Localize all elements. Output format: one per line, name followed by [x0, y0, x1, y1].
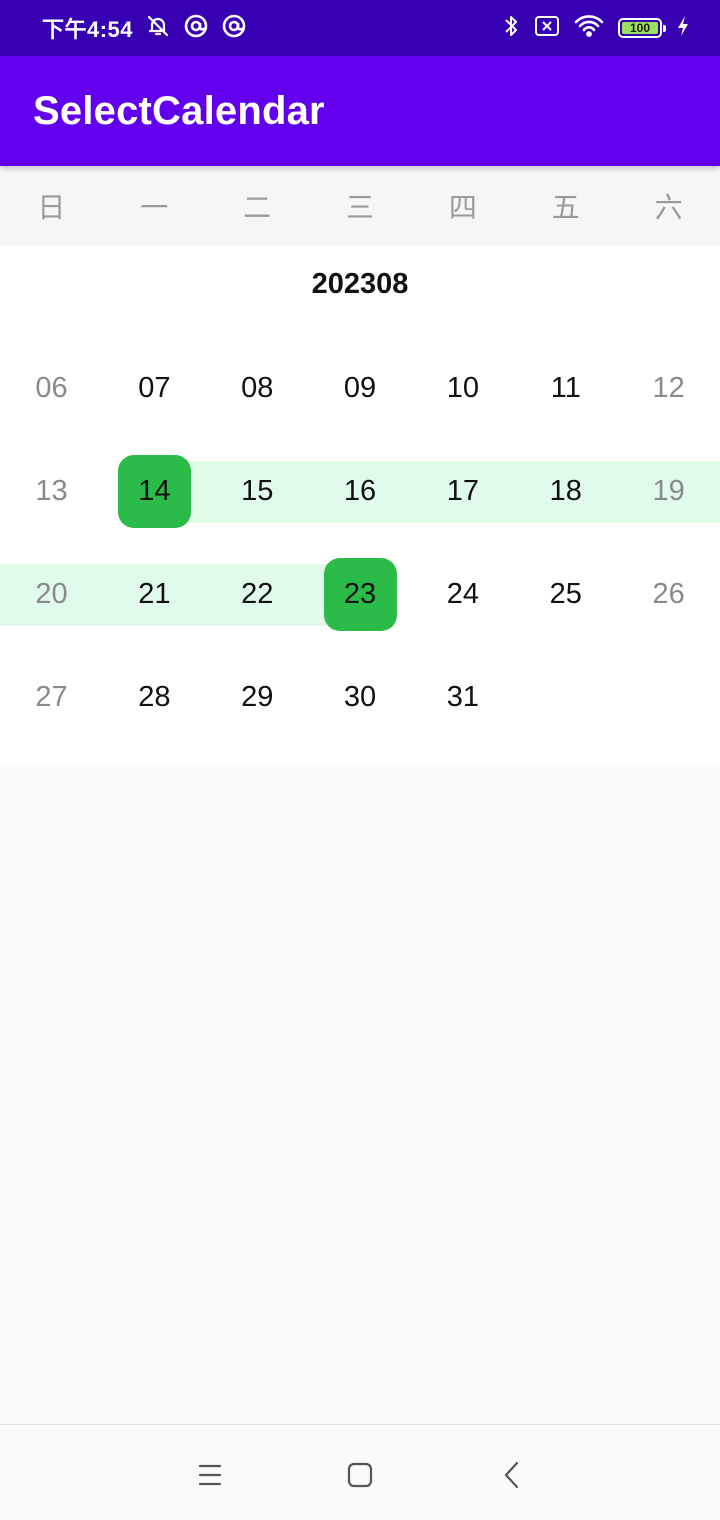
weekday-wed: 三: [346, 192, 375, 223]
weekday-header: 日 一 二 三 四 五 六: [0, 166, 720, 246]
weekday-thu: 四: [448, 192, 477, 223]
calendar-day[interactable]: 11: [514, 337, 617, 440]
day-number: 24: [446, 578, 480, 610]
calendar-day[interactable]: 29: [206, 646, 309, 749]
calendar-day[interactable]: 26: [617, 543, 720, 646]
calendar-day[interactable]: 07: [103, 337, 206, 440]
day-number: 11: [550, 372, 581, 404]
day-number: 28: [138, 681, 171, 713]
app-bar: SelectCalendar: [0, 56, 720, 166]
weekday-sun: 日: [37, 192, 66, 223]
status-bar: 下午4:54 100: [0, 0, 720, 56]
day-number: 09: [343, 372, 377, 404]
calendar-day[interactable]: 27: [0, 646, 103, 749]
day-number: 07: [138, 372, 171, 404]
day-number: 10: [446, 372, 480, 404]
day-number: 22: [241, 578, 274, 610]
calendar-day[interactable]: 06: [0, 337, 103, 440]
app-title: SelectCalendar: [33, 88, 325, 133]
calendar-day[interactable]: 13: [0, 440, 103, 543]
day-number: 30: [343, 681, 377, 713]
menu-icon[interactable]: [190, 1455, 230, 1495]
weekday-mon: 一: [140, 192, 169, 223]
calendar-day[interactable]: 23: [309, 543, 412, 646]
weekday-fri: 五: [551, 192, 580, 223]
battery-level: 100: [629, 21, 651, 35]
weekday-sat: 六: [654, 192, 683, 223]
day-number: 17: [446, 475, 480, 507]
day-number: 15: [241, 475, 274, 507]
home-icon[interactable]: [340, 1455, 380, 1495]
day-number: 14: [138, 475, 171, 507]
day-number: 18: [549, 475, 582, 507]
status-time: 下午4:54: [42, 17, 134, 42]
calendar-day[interactable]: 24: [411, 543, 514, 646]
weekday-tue: 二: [243, 192, 272, 223]
calendar-day[interactable]: 21: [103, 543, 206, 646]
day-number: 12: [652, 372, 685, 404]
calendar-day[interactable]: 16: [309, 440, 412, 543]
calendar-day[interactable]: 17: [411, 440, 514, 543]
charging-icon: [676, 14, 690, 43]
day-number: 20: [35, 578, 68, 610]
at-icon: [221, 13, 247, 44]
status-left: 下午4:54: [42, 12, 247, 44]
day-number: 16: [343, 475, 377, 507]
calendar-day[interactable]: 10: [411, 337, 514, 440]
at-icon: [183, 13, 209, 44]
calendar-day[interactable]: 09: [309, 337, 412, 440]
bluetooth-icon: [502, 13, 520, 44]
day-number: 31: [446, 681, 480, 713]
day-number: 27: [35, 681, 68, 713]
back-icon[interactable]: [492, 1455, 532, 1495]
calendar-day[interactable]: 31: [411, 646, 514, 749]
day-number: 23: [343, 578, 377, 610]
battery-icon: 100: [618, 18, 666, 38]
calendar-day[interactable]: 12: [617, 337, 720, 440]
no-sim-icon: [534, 15, 560, 42]
calendar-day[interactable]: 15: [206, 440, 309, 543]
calendar-day[interactable]: 30: [309, 646, 412, 749]
day-number: 21: [138, 578, 171, 610]
day-number: 13: [35, 475, 68, 507]
day-number: 06: [35, 372, 68, 404]
calendar-day[interactable]: 19: [617, 440, 720, 543]
calendar-day[interactable]: 18: [514, 440, 617, 543]
calendar-day[interactable]: 28: [103, 646, 206, 749]
calendar-day[interactable]: 14: [103, 440, 206, 543]
day-number: 25: [549, 578, 582, 610]
calendar-day[interactable]: 08: [206, 337, 309, 440]
mute-bell-icon: [145, 13, 171, 44]
navigation-bar: [0, 1424, 720, 1520]
wifi-icon: [574, 14, 604, 43]
status-right: 100: [502, 13, 690, 44]
month-title: 202308: [311, 268, 409, 300]
calendar-day[interactable]: 25: [514, 543, 617, 646]
day-number: 08: [241, 372, 274, 404]
day-number: 19: [652, 475, 685, 507]
day-number: 26: [652, 578, 685, 610]
calendar-day[interactable]: 20: [0, 543, 103, 646]
day-number: 29: [241, 681, 274, 713]
calendar-day[interactable]: 22: [206, 543, 309, 646]
calendar-month: 202308 06 07 08 09 10 11 12 13 14 15 16 17 18 19 20 21 2…: [0, 246, 720, 767]
